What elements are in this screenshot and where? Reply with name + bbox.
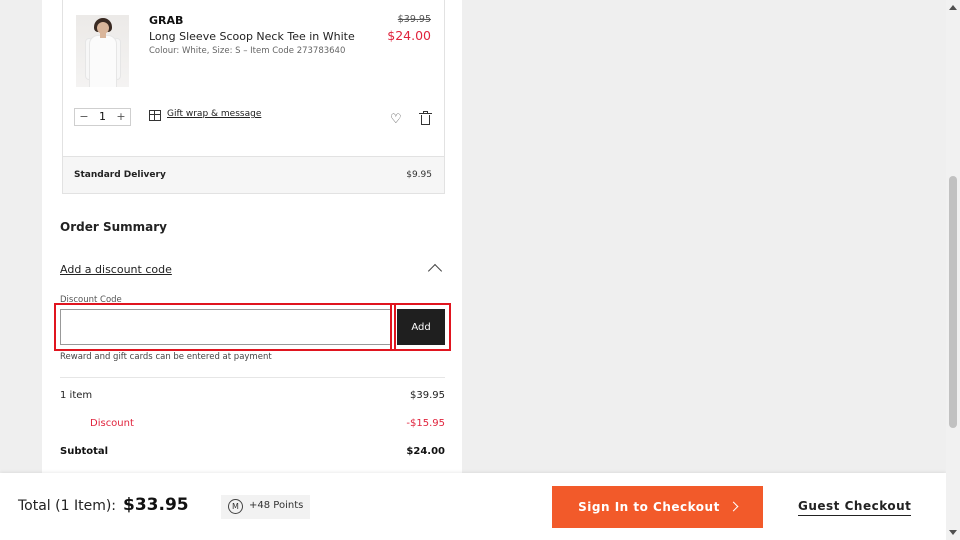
decrease-quantity-button[interactable]: − [75, 109, 93, 125]
delivery-label: Standard Delivery [74, 170, 166, 180]
subtotal-label: Subtotal [60, 446, 109, 457]
scrollbar-thumb[interactable] [949, 176, 957, 428]
subtotal-value: $24.00 [406, 446, 445, 457]
total-label: Total (1 Item): [18, 498, 117, 514]
guest-checkout-button[interactable]: Guest Checkout [798, 499, 912, 516]
quantity-stepper: − 1 + [74, 108, 131, 126]
scroll-down-arrow-icon[interactable] [949, 530, 957, 535]
sale-price: $24.00 [387, 28, 431, 43]
discount-label: Discount [90, 418, 134, 429]
discount-code-label: Discount Code [60, 295, 122, 305]
scroll-up-arrow-icon[interactable] [949, 5, 957, 10]
original-price: $39.95 [397, 14, 431, 25]
product-brand: GRAB [149, 14, 184, 27]
order-summary-title: Order Summary [60, 220, 167, 234]
product-meta: Colour: White, Size: S – Item Code 27378… [149, 46, 346, 56]
items-label: 1 item [60, 390, 93, 401]
delivery-price: $9.95 [406, 170, 432, 180]
points-text: +48 Points [249, 500, 304, 511]
product-image[interactable] [76, 15, 129, 87]
checkout-footer: Total (1 Item): $33.95 M +48 Points Sign… [0, 473, 946, 540]
total-value: $33.95 [123, 495, 189, 515]
subtotal-row: Subtotal $24.00 [60, 446, 445, 460]
sign-in-label: Sign In to Checkout [578, 500, 720, 514]
heart-icon[interactable]: ♡ [390, 113, 402, 126]
discount-code-toggle[interactable]: Add a discount code [60, 263, 172, 276]
sign-in-to-checkout-button[interactable]: Sign In to Checkout [552, 486, 763, 528]
points-icon: M [228, 499, 243, 514]
divider [60, 377, 445, 378]
trash-icon[interactable] [419, 111, 432, 125]
chevron-right-icon [728, 501, 739, 512]
scrollbar[interactable] [946, 0, 960, 540]
items-row: 1 item $39.95 [60, 390, 445, 404]
items-value: $39.95 [410, 390, 445, 401]
gift-wrap-label[interactable]: Gift wrap & message [167, 109, 261, 119]
increase-quantity-button[interactable]: + [112, 109, 130, 125]
discount-value: -$15.95 [406, 418, 445, 429]
add-discount-button[interactable]: Add [397, 309, 445, 345]
points-badge: M +48 Points [221, 495, 310, 519]
discount-code-input[interactable] [60, 309, 391, 345]
payment-note: Reward and gift cards can be entered at … [60, 352, 272, 362]
product-name[interactable]: Long Sleeve Scoop Neck Tee in White [149, 30, 355, 43]
quantity-value[interactable]: 1 [93, 109, 112, 125]
gift-icon [149, 110, 161, 121]
cart-item: GRAB Long Sleeve Scoop Neck Tee in White… [62, 0, 445, 157]
delivery-row: Standard Delivery $9.95 [62, 156, 445, 194]
discount-row: Discount -$15.95 [60, 418, 445, 432]
